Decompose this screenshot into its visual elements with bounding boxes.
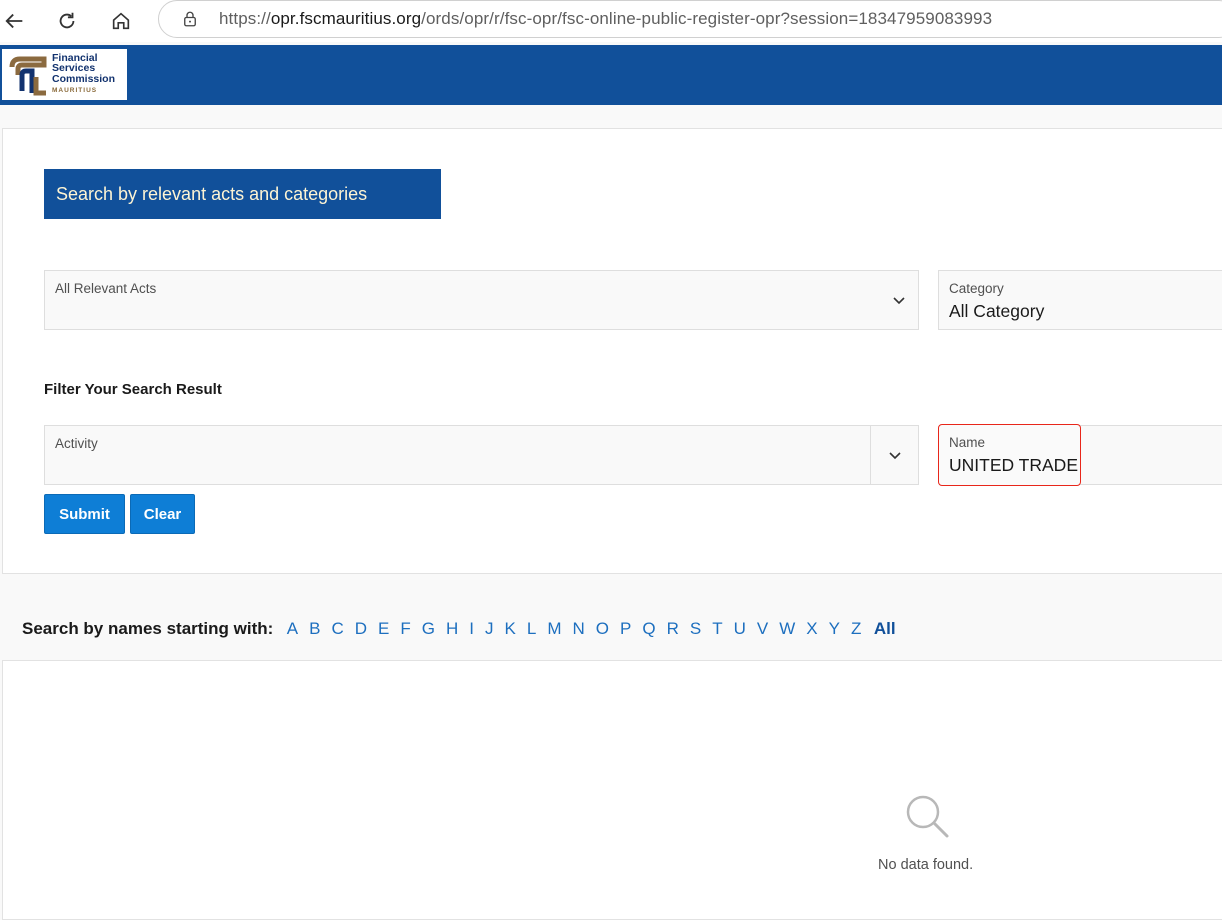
letter-f-link[interactable]: F (400, 619, 410, 639)
letter-h-link[interactable]: H (446, 619, 458, 639)
letter-s-link[interactable]: S (690, 619, 701, 639)
alphabet-filter: Search by names starting with: A B C D E… (22, 617, 896, 641)
fsc-logo[interactable]: Financial Services Commission MAURITIUS (2, 49, 127, 100)
letter-k-link[interactable]: K (505, 619, 516, 639)
activity-divider (870, 426, 871, 484)
logo-line-3: Commission (52, 72, 116, 85)
letter-c-link[interactable]: C (331, 619, 343, 639)
fsc-logo-mark-icon (9, 56, 47, 95)
letter-y-link[interactable]: Y (829, 619, 840, 639)
address-bar[interactable]: https://opr.fscmauritius.org/ords/opr/r/… (158, 0, 1222, 38)
results-region (2, 660, 1222, 920)
letter-n-link[interactable]: N (573, 619, 585, 639)
name-input[interactable]: Name UNITED TRADE (938, 424, 1081, 486)
logo-line-2: Services (52, 62, 96, 74)
no-data-message: No data found. (878, 857, 974, 873)
letter-w-link[interactable]: W (779, 619, 795, 639)
letter-g-link[interactable]: G (422, 619, 435, 639)
submit-button[interactable]: Submit (44, 494, 125, 534)
clear-button[interactable]: Clear (130, 494, 195, 534)
letter-z-link[interactable]: Z (851, 619, 861, 639)
category-label: Category (949, 281, 1004, 296)
letter-e-link[interactable]: E (378, 619, 389, 639)
url-text: https://opr.fscmauritius.org/ords/opr/r/… (219, 9, 993, 28)
letter-a-link[interactable]: A (287, 619, 298, 639)
browser-toolbar: https://opr.fscmauritius.org/ords/opr/r/… (0, 0, 1222, 42)
letter-all-link[interactable]: All (874, 619, 896, 639)
letter-p-link[interactable]: P (620, 619, 631, 639)
activity-label: Activity (55, 436, 98, 451)
letter-i-link[interactable]: I (469, 619, 474, 639)
name-field-extension (1079, 425, 1222, 485)
search-icon (906, 795, 949, 838)
letter-d-link[interactable]: D (355, 619, 367, 639)
reload-button[interactable] (52, 6, 82, 36)
section-title: Search by relevant acts and categories (44, 169, 441, 219)
lock-icon (184, 11, 196, 27)
filter-heading: Filter Your Search Result (44, 381, 222, 398)
chevron-down-icon (893, 297, 905, 305)
category-select[interactable]: Category All Category (938, 270, 1222, 330)
name-value: UNITED TRADE (949, 455, 1078, 475)
activity-select[interactable]: Activity (44, 425, 919, 485)
logo-text: Financial Services Commission MAURITIUS (52, 52, 116, 97)
chevron-down-icon[interactable] (888, 449, 902, 463)
alphabet-label: Search by names starting with: (22, 619, 274, 638)
back-button[interactable] (0, 6, 30, 36)
relevant-acts-select[interactable]: All Relevant Acts (44, 270, 919, 330)
search-panel: Search by relevant acts and categories A… (2, 128, 1222, 574)
letter-x-link[interactable]: X (806, 619, 817, 639)
letter-j-link[interactable]: J (485, 619, 494, 639)
letter-o-link[interactable]: O (596, 619, 609, 639)
home-icon (112, 12, 130, 30)
letter-q-link[interactable]: Q (642, 619, 655, 639)
logo-sub: MAURITIUS (52, 87, 98, 94)
letter-v-link[interactable]: V (757, 619, 768, 639)
letter-u-link[interactable]: U (734, 619, 746, 639)
letter-b-link[interactable]: B (309, 619, 320, 639)
home-button[interactable] (106, 6, 136, 36)
letter-l-link[interactable]: L (527, 619, 536, 639)
site-header: Financial Services Commission MAURITIUS (0, 45, 1222, 105)
reload-icon (59, 12, 75, 29)
letter-m-link[interactable]: M (547, 619, 561, 639)
relevant-acts-label: All Relevant Acts (55, 281, 157, 296)
name-label: Name (949, 435, 986, 450)
letter-t-link[interactable]: T (712, 619, 722, 639)
letter-r-link[interactable]: R (667, 619, 679, 639)
category-value: All Category (949, 301, 1045, 321)
arrow-left-icon (5, 13, 23, 29)
